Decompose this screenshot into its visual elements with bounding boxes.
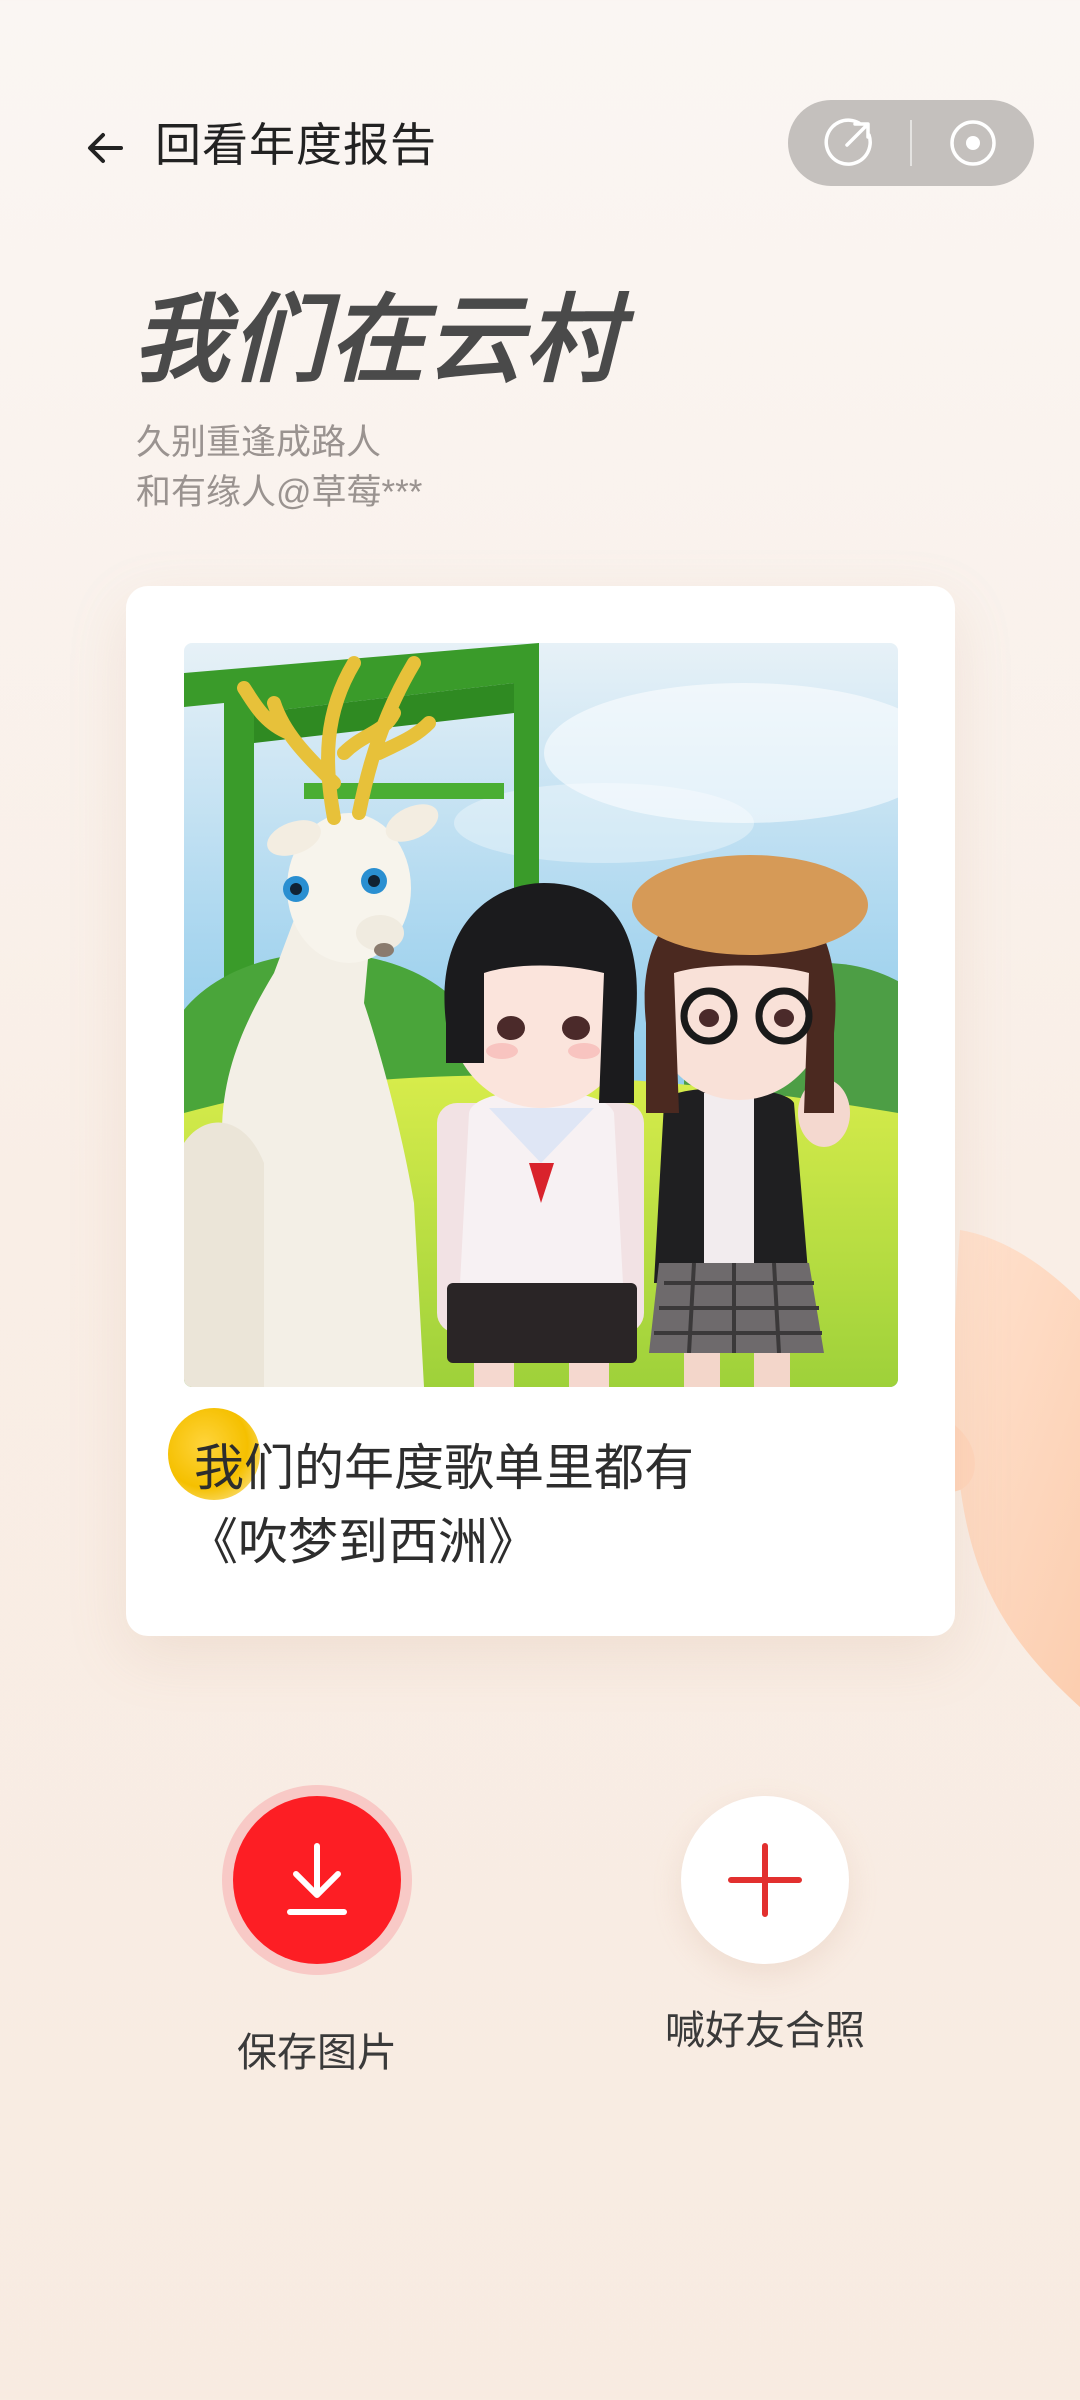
back-button[interactable] <box>70 113 140 183</box>
target-icon <box>950 120 996 166</box>
close-program-button[interactable] <box>912 100 1034 186</box>
card-illustration <box>184 643 898 1387</box>
top-bar: 回看年度报告 <box>0 95 1080 195</box>
share-icon <box>824 118 872 166</box>
caption-line-2: 《吹梦到西洲》 <box>188 1513 538 1571</box>
hero-title: 我们在云村 <box>133 283 623 396</box>
save-image-action[interactable]: 保存图片 <box>177 1785 457 2081</box>
plus-icon <box>728 1843 802 1917</box>
hero-subtitle-2: 和有缘人@草莓*** <box>136 473 423 512</box>
mini-program-capsule <box>788 100 1034 186</box>
report-card: 我们的年度歌单里都有 《吹梦到西洲》 <box>126 586 955 1636</box>
invite-friend-action[interactable]: 喊好友合照 <box>625 1785 905 2059</box>
hero-subtitle-1: 久别重逢成路人 <box>136 423 382 462</box>
caption-line-1: 我们的年度歌单里都有 <box>194 1439 694 1497</box>
arrow-left-icon <box>88 133 123 163</box>
invite-friend-label: 喊好友合照 <box>665 2009 865 2053</box>
card-caption: 我们的年度歌单里都有 《吹梦到西洲》 <box>188 1431 694 1579</box>
save-image-inner <box>233 1796 401 1964</box>
page-title: 回看年度报告 <box>155 119 437 171</box>
save-image-label: 保存图片 <box>237 2031 397 2075</box>
invite-friend-button[interactable] <box>681 1796 849 1964</box>
share-button[interactable] <box>788 100 910 186</box>
download-icon <box>287 1843 347 1915</box>
save-image-button[interactable] <box>222 1785 412 1975</box>
